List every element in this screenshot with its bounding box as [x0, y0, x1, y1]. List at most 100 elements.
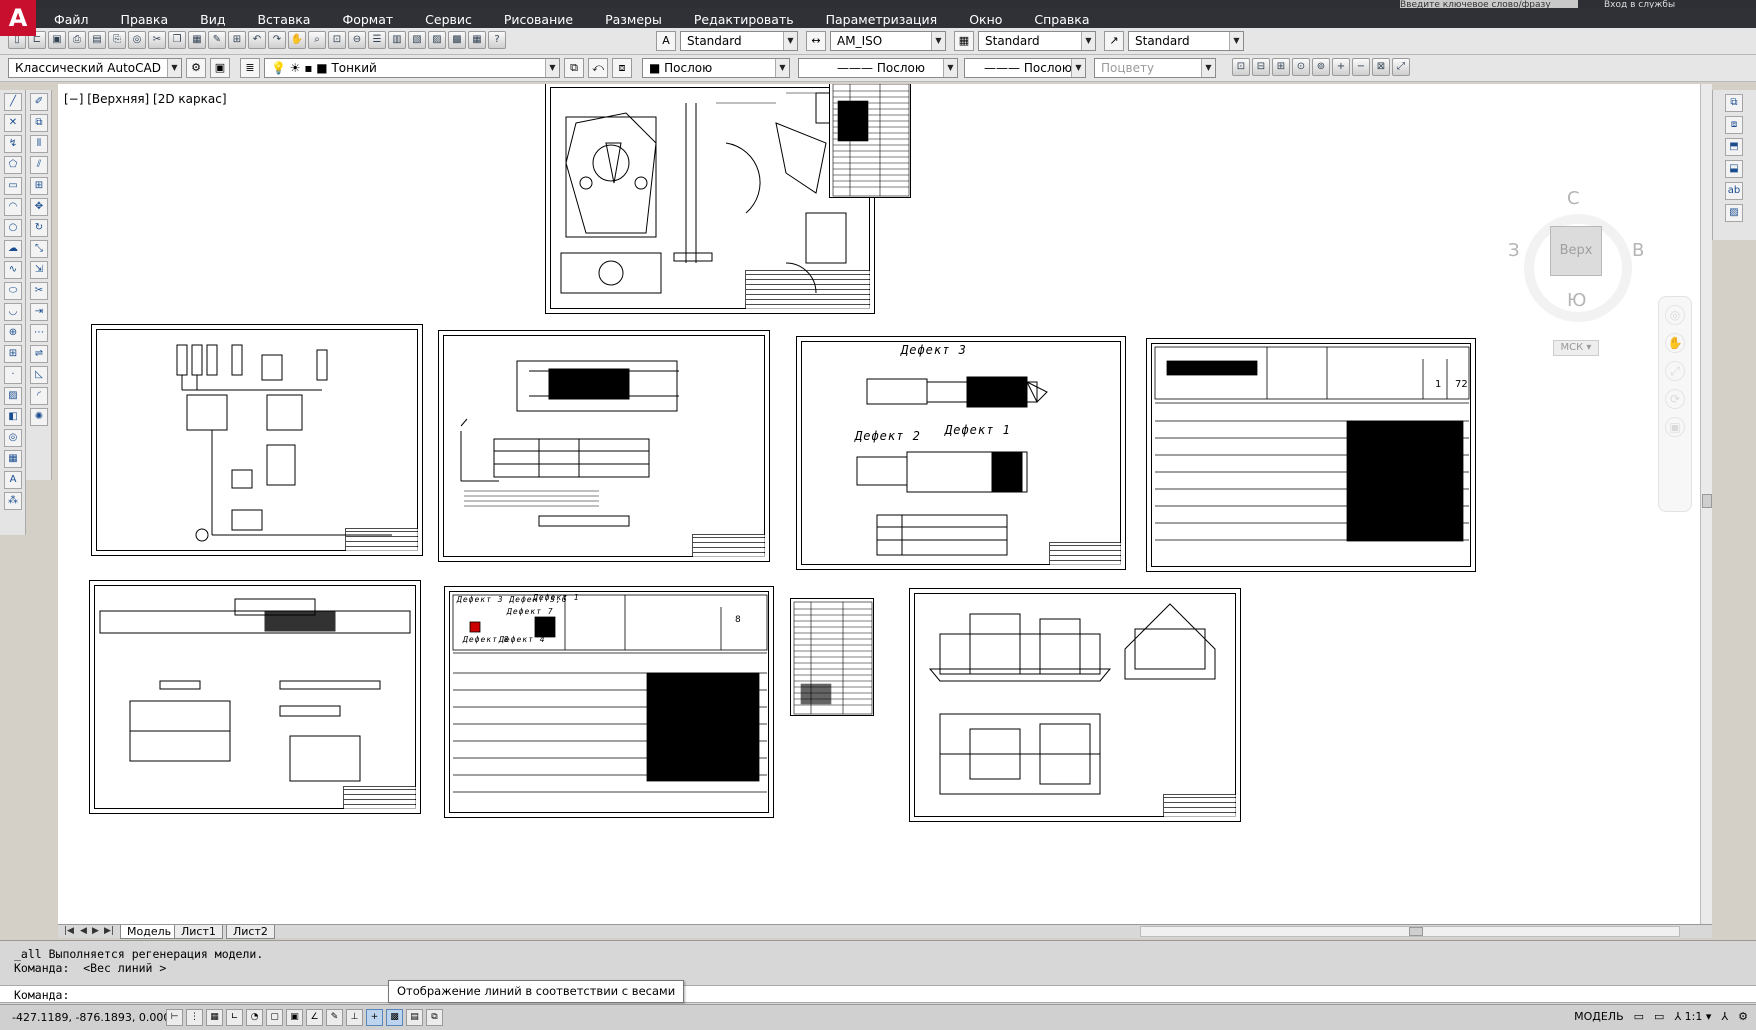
vertical-scrollbar[interactable] — [1700, 84, 1712, 924]
circle-icon[interactable]: ○ — [4, 219, 22, 237]
cut-icon[interactable]: ✂ — [148, 31, 166, 49]
add-selected-icon[interactable]: ⁂ — [4, 492, 22, 510]
drawing-sheet-defects[interactable]: Дефект 3 Дефект 2 Дефект 1 — [796, 336, 1126, 570]
drawing-sheet-assembly[interactable] — [545, 84, 875, 314]
first-tab-arrow-icon[interactable]: |◀ — [64, 926, 74, 936]
layer-isolate-icon[interactable]: ⧈ — [612, 58, 632, 78]
hatch-back-icon[interactable]: ▨ — [1725, 204, 1743, 222]
table-icon[interactable]: ▦ — [4, 450, 22, 468]
zoom-scale-icon[interactable]: ⊞ — [1272, 58, 1290, 76]
annotation-scale[interactable]: ⅄ 1:1 ▾ — [1674, 1010, 1711, 1023]
rotate-icon[interactable]: ↻ — [30, 219, 48, 237]
redo-icon[interactable]: ↷ — [268, 31, 286, 49]
menu-file[interactable]: Файл — [36, 12, 103, 27]
send-under-icon[interactable]: ⬓ — [1725, 160, 1743, 178]
drawing-sheet-route-card[interactable]: 1 72 — [1146, 338, 1476, 572]
object-snap-tracking-icon[interactable]: ∠ — [306, 1009, 323, 1026]
plot-preview-icon[interactable]: ▤ — [88, 31, 106, 49]
lineweight-icon[interactable]: + — [366, 1009, 383, 1026]
fillet-icon[interactable]: ◜ — [30, 387, 48, 405]
drawing-sheet-equipment[interactable] — [909, 588, 1241, 822]
sign-in-link[interactable]: Вход в службы — [1604, 0, 1754, 8]
copy-icon[interactable]: ❐ — [168, 31, 186, 49]
explode-icon[interactable]: ✺ — [30, 408, 48, 426]
text-style-select[interactable]: Standard ▼ — [680, 31, 798, 51]
application-menu-button[interactable]: A — [0, 0, 36, 36]
quick-properties-icon[interactable]: ▤ — [406, 1009, 423, 1026]
trim-icon[interactable]: ✂ — [30, 282, 48, 300]
zoom-in-icon[interactable]: + — [1332, 58, 1350, 76]
pan-hand-icon[interactable]: ✋ — [1665, 333, 1685, 353]
construction-line-icon[interactable]: ✕ — [4, 114, 22, 132]
publish-icon[interactable]: ⎘ — [108, 31, 126, 49]
tab-layout2[interactable]: Лист2 — [226, 925, 275, 939]
calculator-icon[interactable]: ▦ — [468, 31, 486, 49]
mleader-style-select[interactable]: Standard ▼ — [1128, 31, 1244, 51]
send-to-back-icon[interactable]: ⧈ — [1725, 116, 1743, 134]
zoom-object-icon[interactable]: ⊚ — [1312, 58, 1330, 76]
zoom-all-icon[interactable]: ⊠ — [1372, 58, 1390, 76]
command-input[interactable]: Команда: — [0, 985, 1756, 1003]
dynamic-input-icon[interactable]: ⊥ — [346, 1009, 363, 1026]
allow-ucs-icon[interactable]: ✎ — [326, 1009, 343, 1026]
viewport-controls[interactable]: [−] [Верхняя] [2D каркас] — [64, 92, 227, 106]
drawing-sheet-machine[interactable] — [89, 580, 421, 814]
layer-previous-icon[interactable]: ⤺ — [588, 58, 608, 78]
object-snap-icon[interactable]: ▢ — [266, 1009, 283, 1026]
move-icon[interactable]: ✥ — [30, 198, 48, 216]
tab-layout1[interactable]: Лист1 — [174, 925, 223, 939]
join-icon[interactable]: ⇌ — [30, 345, 48, 363]
polygon-icon[interactable]: ⬠ — [4, 156, 22, 174]
zoom-window-icon[interactable]: ⊡ — [328, 31, 346, 49]
tab-model[interactable]: Модель — [120, 925, 179, 939]
gear-icon[interactable]: ⚙ — [186, 58, 206, 78]
make-block-icon[interactable]: ⊞ — [4, 345, 22, 363]
globe-icon[interactable]: ◎ — [128, 31, 146, 49]
compass-south[interactable]: Ю — [1567, 290, 1586, 311]
menu-format[interactable]: Формат — [324, 12, 407, 27]
spline-icon[interactable]: ∿ — [4, 261, 22, 279]
menu-draw[interactable]: Рисование — [486, 12, 587, 27]
copy-object-icon[interactable]: ⧉ — [30, 114, 48, 132]
drawing-sheet-specification-2[interactable] — [790, 598, 874, 716]
text-front-icon[interactable]: ab — [1725, 182, 1743, 200]
ortho-mode-icon[interactable]: ∟ — [226, 1009, 243, 1026]
transparency-icon[interactable]: ▩ — [386, 1009, 403, 1026]
arc-icon[interactable]: ◠ — [4, 198, 22, 216]
match-properties-icon[interactable]: ✎ — [208, 31, 226, 49]
zoom-previous-icon[interactable]: ⊖ — [348, 31, 366, 49]
wcs-menu[interactable]: МСК ▾ — [1553, 340, 1599, 356]
zoom-realtime-icon[interactable]: ⌕ — [308, 31, 326, 49]
lineweight-select[interactable]: ——— Послою ▼ — [964, 58, 1086, 78]
grid-display-icon[interactable]: ▦ — [206, 1009, 223, 1026]
horizontal-scrollbar[interactable] — [1140, 926, 1680, 937]
make-current-layer-icon[interactable]: ⧉ — [564, 58, 584, 78]
last-tab-arrow-icon[interactable]: ▶| — [104, 926, 114, 936]
compass-east[interactable]: В — [1632, 240, 1644, 261]
quick-view-drawings-icon[interactable]: ▭ — [1654, 1010, 1664, 1023]
annotation-visibility-icon[interactable]: ⅄ — [1721, 1010, 1728, 1023]
offset-icon[interactable]: ⫽ — [30, 156, 48, 174]
tool-palettes-icon[interactable]: ▧ — [408, 31, 426, 49]
markup-icon[interactable]: ▩ — [448, 31, 466, 49]
paste-icon[interactable]: ▦ — [188, 31, 206, 49]
orbit-icon[interactable]: ⟳ — [1665, 389, 1685, 409]
menu-view[interactable]: Вид — [182, 12, 239, 27]
zoom-out-icon[interactable]: − — [1352, 58, 1370, 76]
menu-parametric[interactable]: Параметризация — [808, 12, 952, 27]
menu-tools[interactable]: Сервис — [407, 12, 486, 27]
menu-dimension[interactable]: Размеры — [587, 12, 676, 27]
workspace-select[interactable]: Классический AutoCAD ▼ — [8, 58, 182, 78]
insert-block-icon[interactable]: ⊕ — [4, 324, 22, 342]
zoom-window-icon[interactable]: ⊡ — [1232, 58, 1250, 76]
selection-cycling-icon[interactable]: ⧉ — [426, 1009, 443, 1026]
drawing-sheet-shaft[interactable] — [438, 330, 770, 562]
region-icon[interactable]: ◎ — [4, 429, 22, 447]
model-space-toggle[interactable]: МОДЕЛЬ — [1574, 1010, 1624, 1023]
zoom-extents-icon[interactable]: ⤢ — [1392, 58, 1410, 76]
menu-insert[interactable]: Вставка — [239, 12, 324, 27]
rectangle-icon[interactable]: ▭ — [4, 177, 22, 195]
bring-to-front-icon[interactable]: ⧉ — [1725, 94, 1743, 112]
drawing-area[interactable]: [−] [Верхняя] [2D каркас] Дефект 3 Дефек… — [58, 84, 1700, 924]
gradient-icon[interactable]: ◧ — [4, 408, 22, 426]
